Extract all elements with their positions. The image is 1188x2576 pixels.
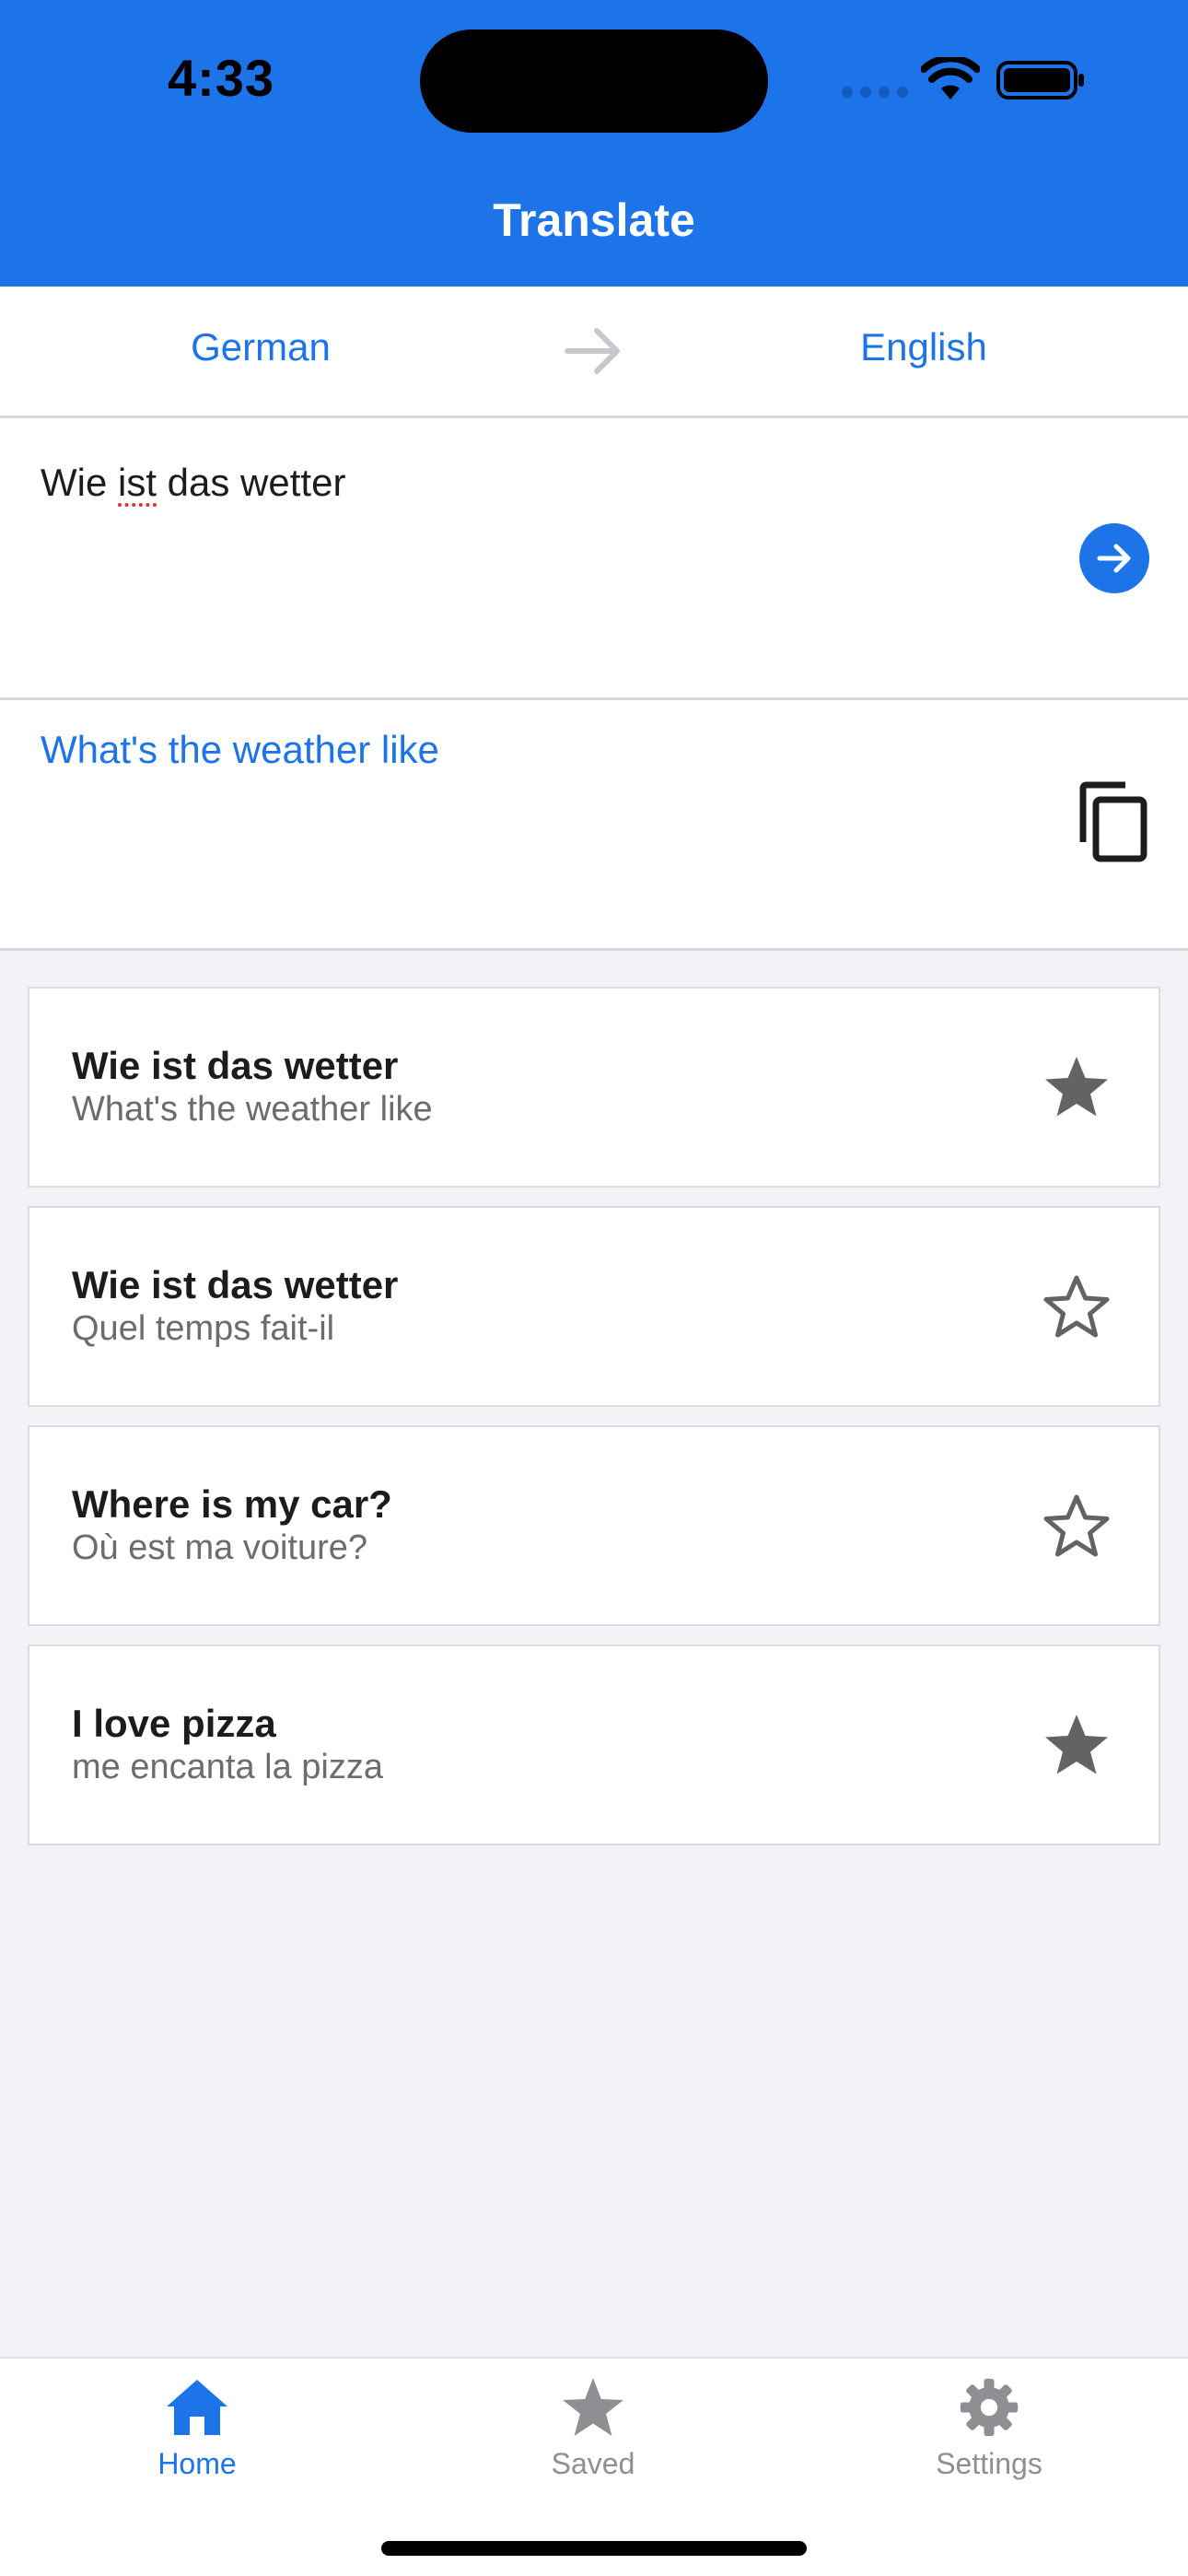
- history-original: Wie ist das wetter: [72, 1263, 399, 1306]
- source-text[interactable]: Wie ist das wetter: [41, 461, 345, 505]
- history-translation: What's the weather like: [72, 1090, 433, 1129]
- history-item[interactable]: Wie ist das wetter Quel temps fait-il: [28, 1206, 1160, 1407]
- home-icon: [167, 2380, 227, 2435]
- star-filled-icon[interactable]: [1042, 1711, 1111, 1779]
- history-original: I love pizza: [72, 1702, 276, 1745]
- cellular-signal-icon: [842, 87, 908, 98]
- history-translation: Quel temps fait-il: [72, 1309, 335, 1348]
- wifi-icon: [921, 57, 980, 100]
- page-title: Translate: [493, 194, 695, 246]
- source-text-input[interactable]: Wie ist das wetter: [0, 418, 1188, 700]
- tab-label: Saved: [551, 2447, 635, 2480]
- star-outline-icon[interactable]: [1042, 1272, 1111, 1341]
- star-filled-icon[interactable]: [1042, 1053, 1111, 1121]
- star-icon: [563, 2378, 623, 2436]
- misspelled-word[interactable]: ist: [118, 461, 157, 504]
- history-original: Wie ist das wetter: [72, 1044, 399, 1087]
- app-header: 4:33 Translate: [0, 0, 1188, 287]
- translation-output: What's the weather like: [0, 700, 1188, 951]
- tab-settings[interactable]: Settings: [851, 2377, 1127, 2506]
- history-item[interactable]: Wie ist das wetter What's the weather li…: [28, 987, 1160, 1188]
- history-translation: Où est ma voiture?: [72, 1528, 368, 1567]
- target-language-button[interactable]: English: [740, 325, 1108, 369]
- star-outline-icon[interactable]: [1042, 1492, 1111, 1560]
- tab-label: Settings: [936, 2447, 1042, 2480]
- tab-home[interactable]: Home: [59, 2377, 335, 2506]
- tab-label: Home: [157, 2447, 237, 2480]
- arrow-right-icon: [1097, 544, 1131, 573]
- history-item[interactable]: Where is my car? Où est ma voiture?: [28, 1425, 1160, 1626]
- history-translation: me encanta la pizza: [72, 1748, 383, 1786]
- gear-icon: [960, 2378, 1019, 2437]
- translation-text: What's the weather like: [41, 728, 439, 771]
- history-original: Where is my car?: [72, 1482, 392, 1526]
- language-bar: German English: [0, 287, 1188, 418]
- status-time: 4:33: [168, 49, 275, 107]
- arrow-right-icon[interactable]: [564, 323, 624, 379]
- home-indicator: [381, 2541, 807, 2556]
- dynamic-island: [420, 29, 768, 133]
- history-item[interactable]: I love pizza me encanta la pizza: [28, 1645, 1160, 1845]
- history-list: Wie ist das wetter What's the weather li…: [28, 987, 1160, 1864]
- tab-saved[interactable]: Saved: [455, 2377, 731, 2506]
- battery-icon: [996, 61, 1084, 100]
- source-language-button[interactable]: German: [76, 325, 445, 369]
- copy-icon[interactable]: [1077, 781, 1151, 864]
- translate-button[interactable]: [1079, 523, 1149, 593]
